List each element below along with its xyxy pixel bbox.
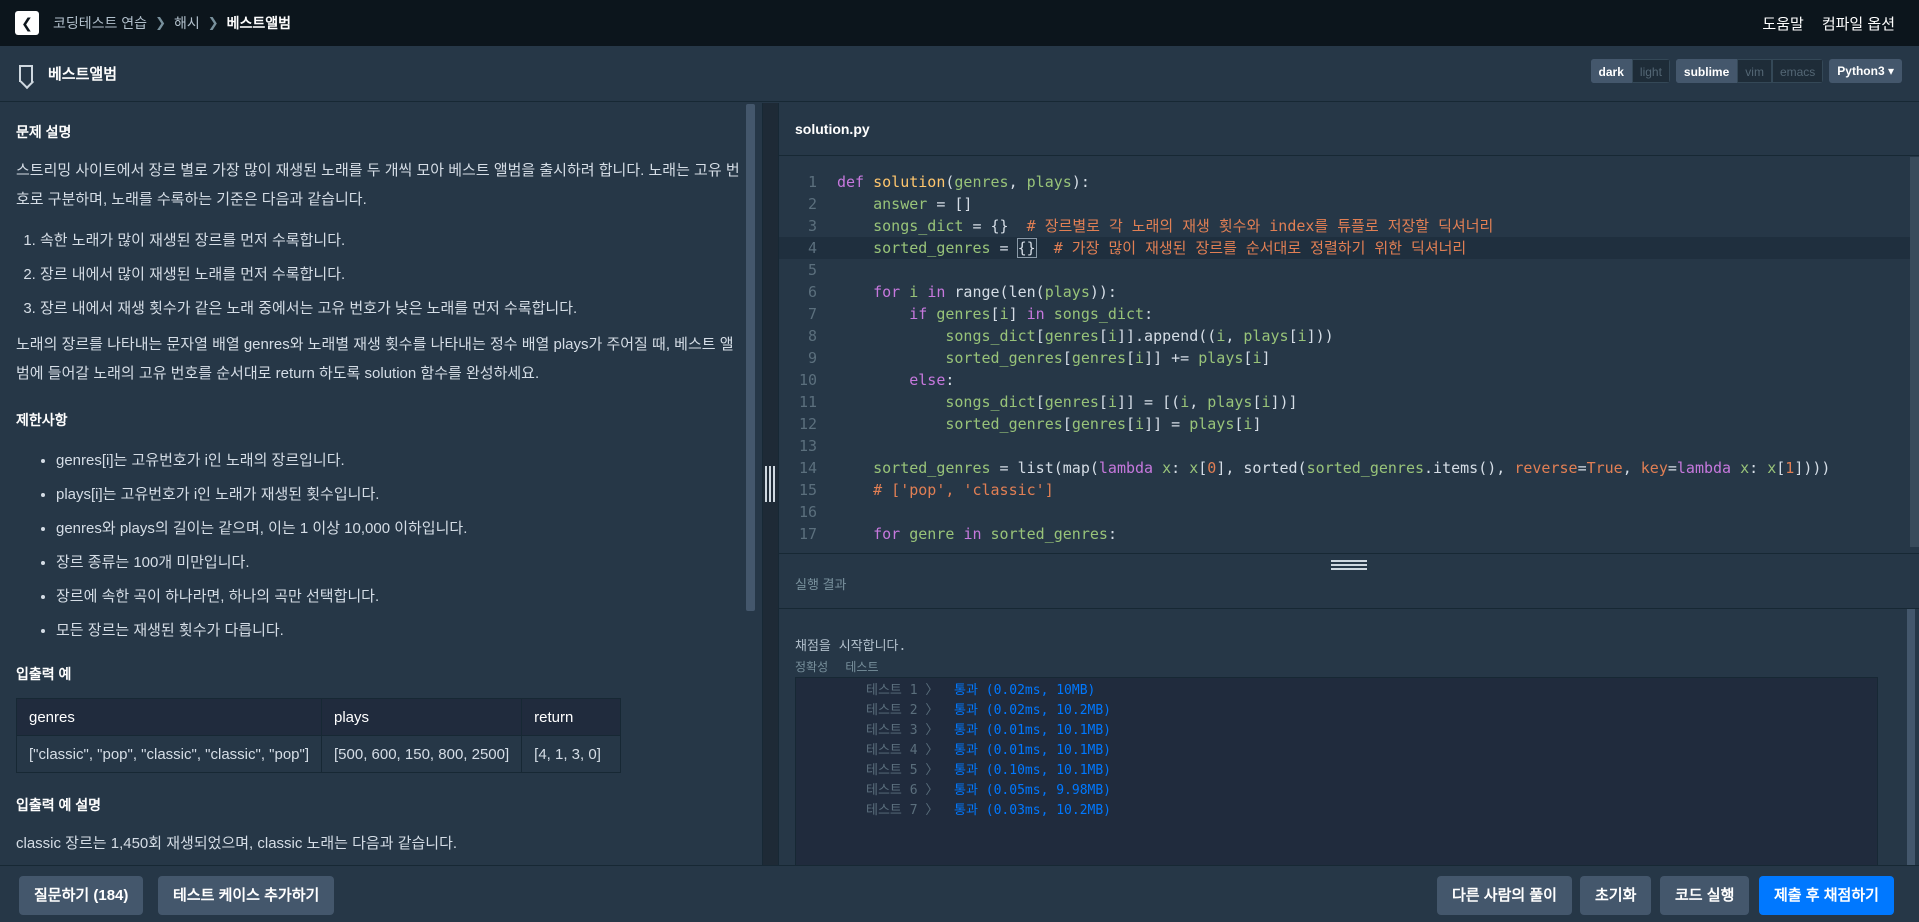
results-header: 실행 결과: [779, 553, 1919, 609]
theme-dark-button[interactable]: dark: [1590, 59, 1632, 83]
submit-button[interactable]: 제출 후 채점하기: [1759, 876, 1894, 915]
resize-handle-icon[interactable]: [765, 466, 775, 502]
bookmark-icon[interactable]: [19, 65, 33, 82]
ask-question-button[interactable]: 질문하기 (184): [19, 876, 144, 915]
rules-list: 속한 노래가 많이 재생된 장르를 먼저 수록합니다. 장르 내에서 많이 재생…: [40, 224, 742, 326]
results-scrollbar[interactable]: [1907, 609, 1915, 865]
compile-options-link[interactable]: 컴파일 옵션: [1822, 13, 1895, 34]
line-number: 16: [798, 503, 817, 521]
code-editor[interactable]: 1 def solution(genres, plays): 2 answer =…: [779, 157, 1919, 553]
line-number: 6: [807, 283, 817, 301]
table-cell: [4, 1, 3, 0]: [521, 735, 622, 773]
section-heading: 입출력 예: [16, 666, 72, 682]
others-solutions-button[interactable]: 다른 사람의 풀이: [1437, 876, 1572, 915]
chevron-right-icon: ❯: [155, 15, 166, 30]
list-item: genres와 plays의 길이는 같으며, 이는 1 이상 10,000 이…: [56, 512, 742, 546]
problem-title: 베스트앨범: [48, 66, 118, 83]
list-item: 장르 내에서 재생 횟수가 같은 노래 중에서는 고유 번호가 낮은 노래를 먼…: [40, 292, 742, 326]
list-item: plays[i]는 고유번호가 i인 노래가 재생된 횟수입니다.: [56, 478, 742, 512]
description-text: 스트리밍 사이트에서 장르 별로 가장 많이 재생된 노래를 두 개씩 모아 베…: [16, 162, 740, 208]
breadcrumb-item[interactable]: 코딩테스트 연습: [53, 13, 147, 33]
line-number: 10: [798, 371, 817, 389]
bottom-action-bar: 질문하기 (184) 테스트 케이스 추가하기 다른 사람의 풀이 초기화 코드…: [0, 865, 1919, 922]
grading-start-text: 채점을 시작합니다.: [795, 639, 907, 654]
line-number: 15: [798, 481, 817, 499]
line-number: 2: [807, 195, 817, 213]
line-number: 8: [807, 327, 817, 345]
section-heading: 입출력 예 설명: [16, 797, 102, 813]
results-label: 실행 결과: [795, 577, 847, 592]
test-results-box: 테스트 1 〉 통과 (0.02ms, 10MB) 테스트 2 〉 통과 (0.…: [795, 677, 1878, 865]
programmers-logo-icon[interactable]: ❮: [15, 11, 39, 35]
line-number: 3: [807, 217, 817, 235]
description-scrollbar[interactable]: [746, 104, 755, 611]
top-navbar: ❮ 코딩테스트 연습 ❯ 해시 ❯ 베스트앨범 도움말 컴파일 옵션: [0, 0, 1919, 46]
keymap-sublime-button[interactable]: sublime: [1675, 59, 1738, 83]
theme-light-button[interactable]: light: [1631, 59, 1670, 83]
editor-panel: solution.py 1 def solution(genres, plays)…: [779, 103, 1919, 865]
test-result-row: 테스트 7 〉 통과 (0.03ms, 10.2MB): [866, 803, 1112, 818]
table-cell: ["classic", "pop", "classic", "classic",…: [16, 735, 322, 773]
list-item: 모든 장르는 재생된 횟수가 다릅니다.: [56, 614, 742, 648]
io-table: genres plays return ["classic", "pop", "…: [16, 698, 622, 773]
list-item: 장르 내에서 많이 재생된 노래를 먼저 수록합니다.: [40, 258, 742, 292]
line-number: 1: [807, 173, 817, 191]
table-header: plays: [320, 698, 523, 736]
line-number: 12: [798, 415, 817, 433]
line-number: 5: [807, 261, 817, 279]
table-header: return: [521, 698, 622, 736]
line-number: 17: [798, 525, 817, 543]
table-row: ["classic", "pop", "classic", "classic",…: [16, 735, 622, 773]
table-header-row: genres plays return: [16, 698, 622, 736]
add-test-case-button[interactable]: 테스트 케이스 추가하기: [158, 876, 335, 915]
description-text: 노래의 장르를 나타내는 문자열 배열 genres와 노래별 재생 횟수를 나…: [16, 336, 734, 382]
keymap-toggle: sublime vim emacs: [1675, 59, 1824, 83]
results-output: 채점을 시작합니다. 정확성 테스트 테스트 1 〉 통과 (0.02ms, 1…: [779, 609, 1919, 865]
breadcrumb-item[interactable]: 해시: [174, 13, 200, 33]
line-number: 4: [807, 239, 817, 257]
limits-list: genres[i]는 고유번호가 i인 노래의 장르입니다. plays[i]는…: [56, 444, 742, 648]
section-heading: 문제 설명: [16, 124, 72, 140]
keymap-vim-button[interactable]: vim: [1737, 59, 1772, 83]
chevron-right-icon: ❯: [207, 15, 219, 30]
help-link[interactable]: 도움말: [1762, 13, 1803, 34]
list-item: 속한 노래가 많이 재생된 장르를 먼저 수록합니다.: [40, 224, 742, 258]
results-tabs: 정확성 테스트: [795, 658, 888, 675]
line-number: 11: [798, 393, 817, 411]
description-text: classic 장르는 1,450회 재생되었으며, classic 노래는 다…: [16, 835, 458, 852]
list-item: genres[i]는 고유번호가 i인 노래의 장르입니다.: [56, 444, 742, 478]
breadcrumb: 코딩테스트 연습 ❯ 해시 ❯ 베스트앨범: [53, 13, 291, 33]
test-label: 테스트: [845, 660, 879, 674]
list-item: 장르에 속한 곡이 하나라면, 하나의 곡만 선택합니다.: [56, 580, 742, 614]
problem-description-panel: 문제 설명 스트리밍 사이트에서 장르 별로 가장 많이 재생된 노래를 두 개…: [0, 103, 758, 865]
breadcrumb-current: 베스트앨범: [226, 15, 292, 31]
accuracy-label: 정확성: [795, 660, 829, 674]
editor-scrollbar[interactable]: [1910, 157, 1919, 547]
line-number: 13: [798, 437, 817, 455]
table-header: genres: [16, 698, 322, 736]
line-number: 7: [807, 305, 817, 323]
file-tab: solution.py: [779, 103, 1919, 156]
line-number: 9: [807, 349, 817, 367]
section-heading: 제한사항: [16, 412, 68, 428]
list-item: 장르 종류는 100개 미만입니다.: [56, 546, 742, 580]
vertical-resize-handle-icon[interactable]: [1331, 560, 1367, 570]
theme-toggle: dark light: [1590, 59, 1670, 83]
line-number: 14: [798, 459, 817, 477]
table-cell: [500, 600, 150, 800, 2500]: [320, 735, 523, 773]
editor-options: dark light sublime vim emacs Python3 ▾: [1590, 59, 1902, 83]
language-select[interactable]: Python3 ▾: [1829, 59, 1902, 83]
reset-button[interactable]: 초기화: [1580, 876, 1652, 915]
run-code-button[interactable]: 코드 실행: [1660, 876, 1750, 915]
keymap-emacs-button[interactable]: emacs: [1771, 59, 1824, 83]
